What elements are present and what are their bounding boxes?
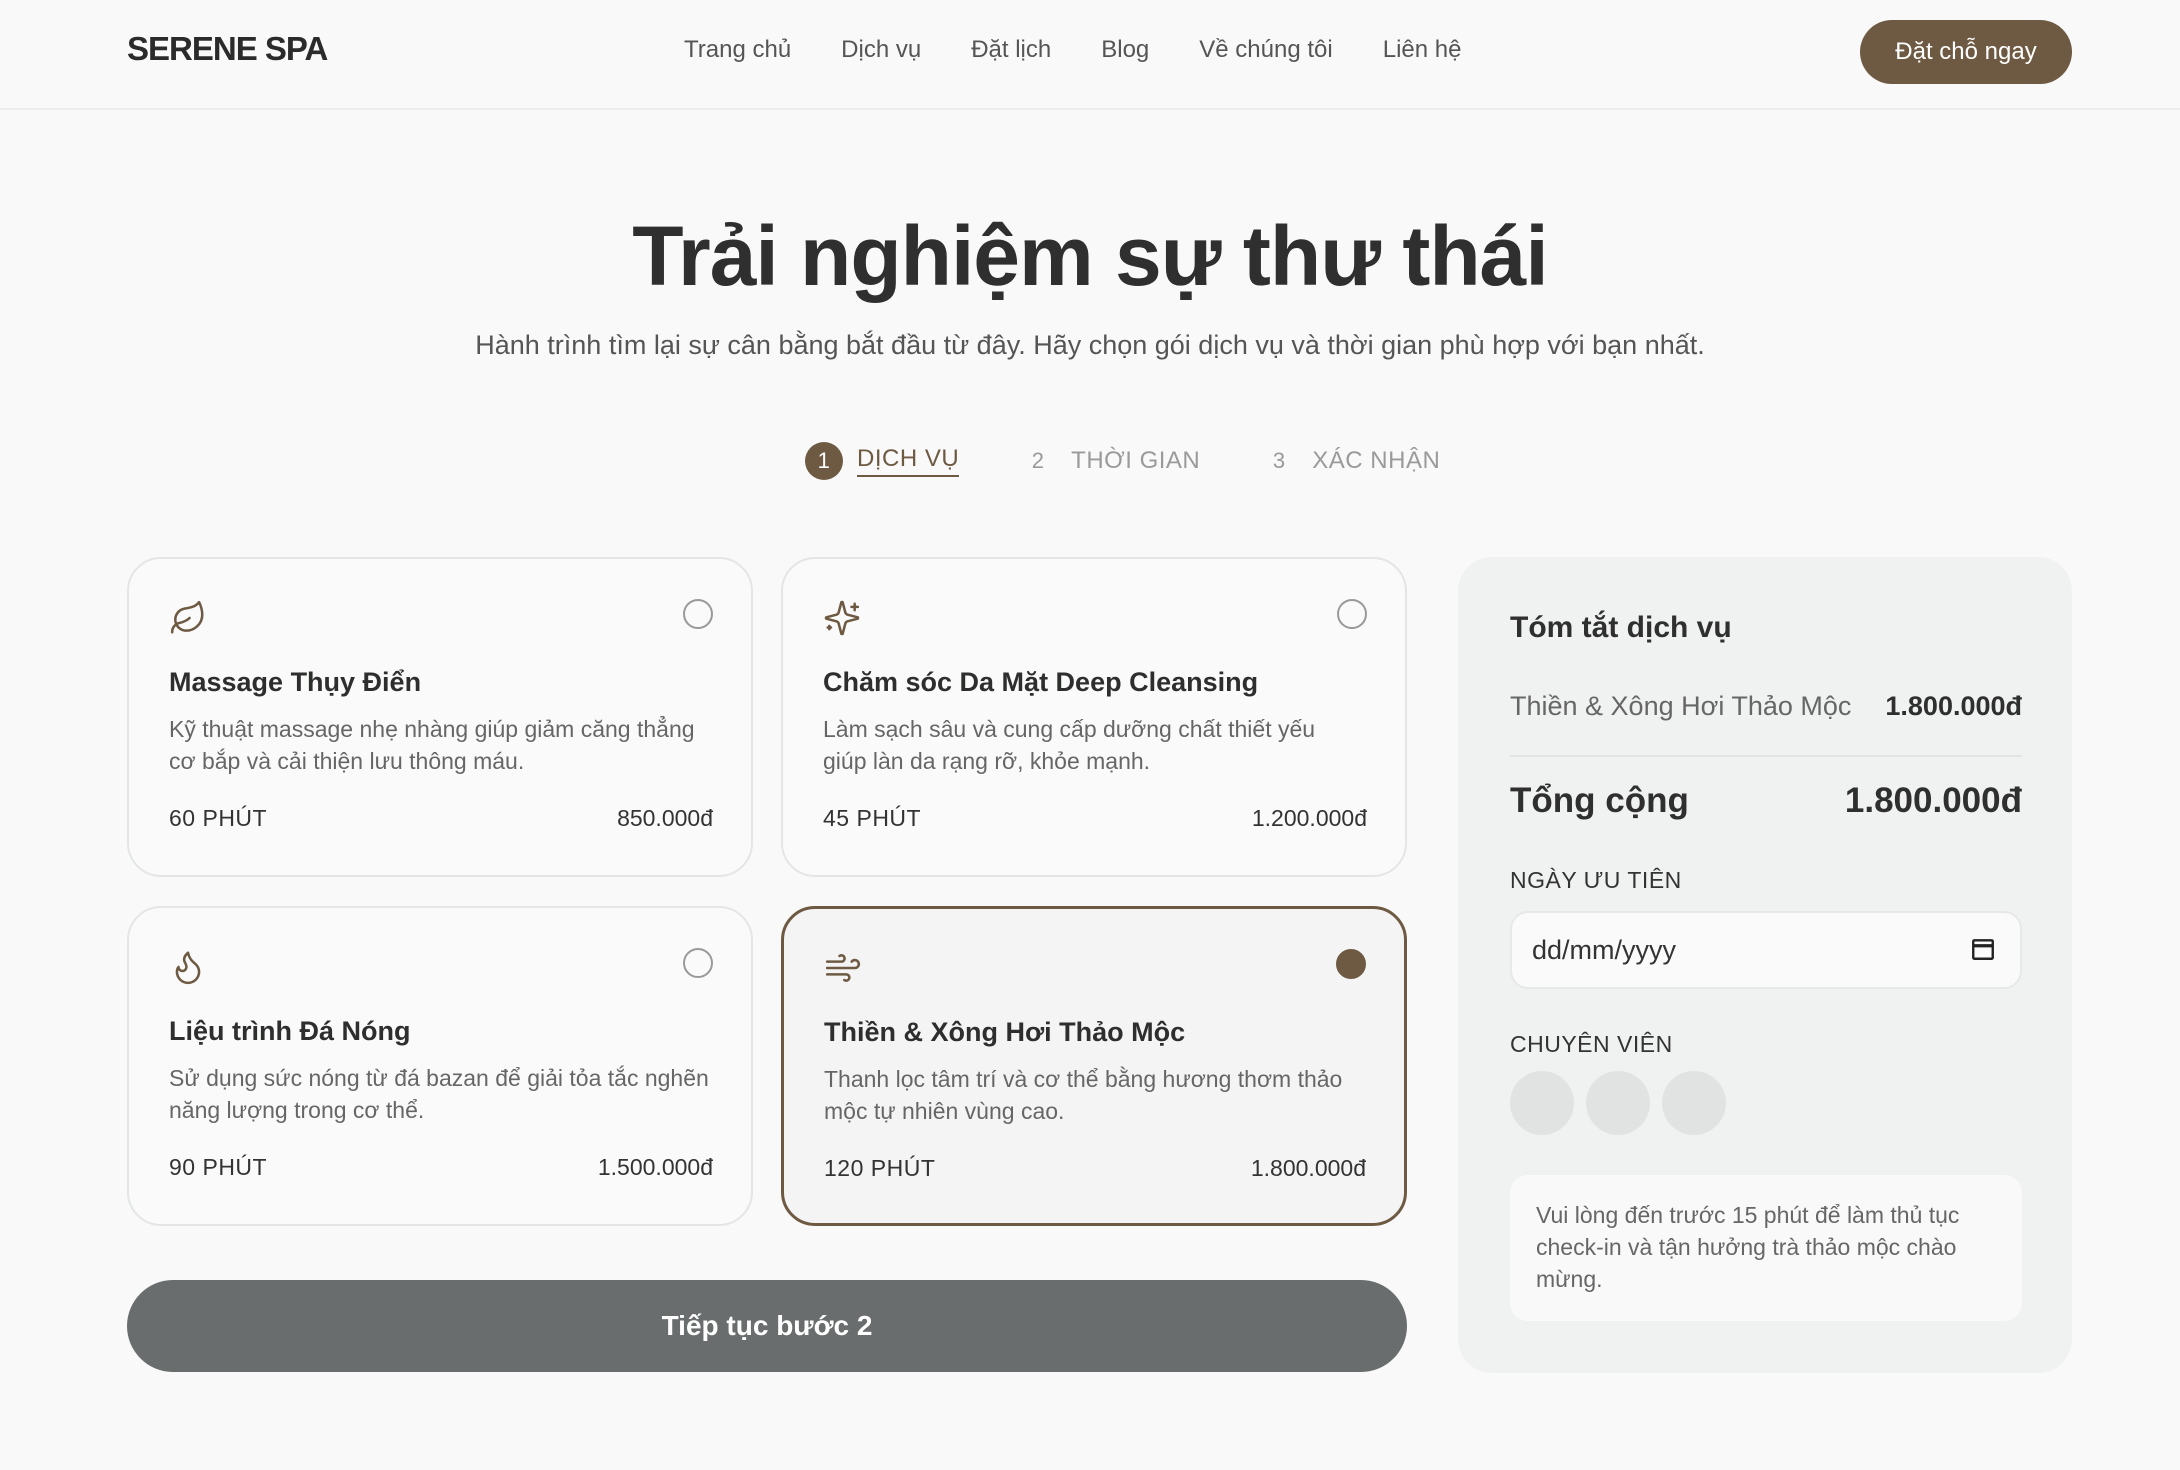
book-now-button[interactable]: Đặt chỗ ngay <box>1860 20 2072 84</box>
date-placeholder: dd/mm/yyyy <box>1532 934 1677 965</box>
service-description: Thanh lọc tâm trí và cơ thể bằng hương t… <box>824 1066 1343 1124</box>
calendar-icon[interactable] <box>1970 935 1996 963</box>
step-service[interactable]: 1 DỊCH VỤ <box>805 442 960 480</box>
avatar[interactable] <box>1586 1071 1650 1135</box>
service-title: Massage Thụy Điển <box>169 667 422 697</box>
leaf-icon <box>170 600 204 634</box>
booking-steps: 1 DỊCH VỤ 2 THỜI GIAN 3 XÁC NHẬN <box>805 442 1500 480</box>
continue-button[interactable]: Tiếp tục bước 2 <box>127 1280 1407 1372</box>
service-price: 1.800.000đ <box>1250 1155 1366 1181</box>
step-label: XÁC NHẬN <box>1312 447 1441 474</box>
service-card-hot-stone[interactable]: Liệu trình Đá Nóng Sử dụng sức nóng từ đ… <box>127 906 753 1226</box>
service-description: Kỹ thuật massage nhẹ nhàng giúp giảm căn… <box>169 716 695 774</box>
step-number: 2 <box>1031 448 1045 473</box>
checkin-note: Vui lòng đến trước 15 phút để làm thủ tụ… <box>1510 1175 2022 1321</box>
service-price: 850.000đ <box>617 805 713 831</box>
service-duration: 60 PHÚT <box>169 805 268 831</box>
summary-panel: Tóm tắt dịch vụ Thiền & Xông Hơi Thảo Mộ… <box>1458 557 2072 1373</box>
total-label: Tổng cộng <box>1510 781 1689 820</box>
brand-logo[interactable]: SERENE SPA <box>127 30 328 68</box>
main-menu: Trang chủ Dịch vụ Đặt lịch Blog Về chúng… <box>684 36 1511 64</box>
page-title: Trải nghiệm sự thư thái <box>632 209 1548 303</box>
service-radio-selected[interactable] <box>1336 949 1366 979</box>
service-title: Chăm sóc Da Mặt Deep Cleansing <box>823 667 1259 697</box>
summary-item-price: 1.800.000đ <box>1885 691 2022 721</box>
avatar[interactable] <box>1662 1071 1726 1135</box>
service-description: Sử dụng sức nóng từ đá bazan để giải tỏa… <box>169 1065 709 1123</box>
nav-item-services[interactable]: Dịch vụ <box>841 36 921 64</box>
staff-label: CHUYÊN VIÊN <box>1510 1031 1673 1057</box>
service-radio[interactable] <box>1337 599 1367 629</box>
service-card-herbal-steam[interactable]: Thiền & Xông Hơi Thảo Mộc Thanh lọc tâm … <box>781 906 1407 1226</box>
service-card-facial[interactable]: Chăm sóc Da Mặt Deep Cleansing Làm sạch … <box>781 557 1407 877</box>
wind-icon <box>825 954 861 982</box>
step-number: 3 <box>1272 448 1286 473</box>
avatar[interactable] <box>1510 1071 1574 1135</box>
service-price: 1.500.000đ <box>597 1154 713 1180</box>
service-duration: 90 PHÚT <box>169 1154 268 1180</box>
summary-item-name: Thiền & Xông Hơi Thảo Mộc <box>1510 691 1852 721</box>
staff-avatars <box>1510 1071 1738 1135</box>
page-subtitle: Hành trình tìm lại sự cân bằng bắt đầu t… <box>475 330 1705 360</box>
nav-item-about[interactable]: Về chúng tôi <box>1199 36 1332 64</box>
total-value: 1.800.000đ <box>1844 781 2022 820</box>
nav-item-home[interactable]: Trang chủ <box>684 36 791 64</box>
flame-icon <box>175 951 201 985</box>
service-title: Liệu trình Đá Nóng <box>169 1016 411 1046</box>
date-input[interactable]: dd/mm/yyyy <box>1510 911 2022 989</box>
service-card-swedish-massage[interactable]: Massage Thụy Điển Kỹ thuật massage nhẹ n… <box>127 557 753 877</box>
service-duration: 45 PHÚT <box>823 805 922 831</box>
service-title: Thiền & Xông Hơi Thảo Mộc <box>824 1017 1186 1047</box>
step-label: DỊCH VỤ <box>857 445 960 477</box>
service-radio[interactable] <box>683 599 713 629</box>
date-label: NGÀY ƯU TIÊN <box>1510 867 1682 893</box>
step-number: 1 <box>805 442 843 480</box>
top-navbar: SERENE SPA Trang chủ Dịch vụ Đặt lịch Bl… <box>0 0 2180 110</box>
sparkles-icon <box>824 600 860 636</box>
divider <box>1510 755 2022 757</box>
service-description: Làm sạch sâu và cung cấp dưỡng chất thiế… <box>823 716 1316 774</box>
step-label: THỜI GIAN <box>1071 447 1201 474</box>
nav-item-blog[interactable]: Blog <box>1101 36 1149 64</box>
nav-item-contact[interactable]: Liên hệ <box>1383 36 1462 64</box>
nav-item-booking[interactable]: Đặt lịch <box>971 36 1051 64</box>
summary-title: Tóm tắt dịch vụ <box>1510 611 1732 644</box>
service-duration: 120 PHÚT <box>824 1155 936 1181</box>
step-confirm[interactable]: 3 XÁC NHẬN <box>1260 442 1440 480</box>
service-price: 1.200.000đ <box>1251 805 1367 831</box>
step-time[interactable]: 2 THỜI GIAN <box>1019 442 1200 480</box>
service-radio[interactable] <box>683 948 713 978</box>
